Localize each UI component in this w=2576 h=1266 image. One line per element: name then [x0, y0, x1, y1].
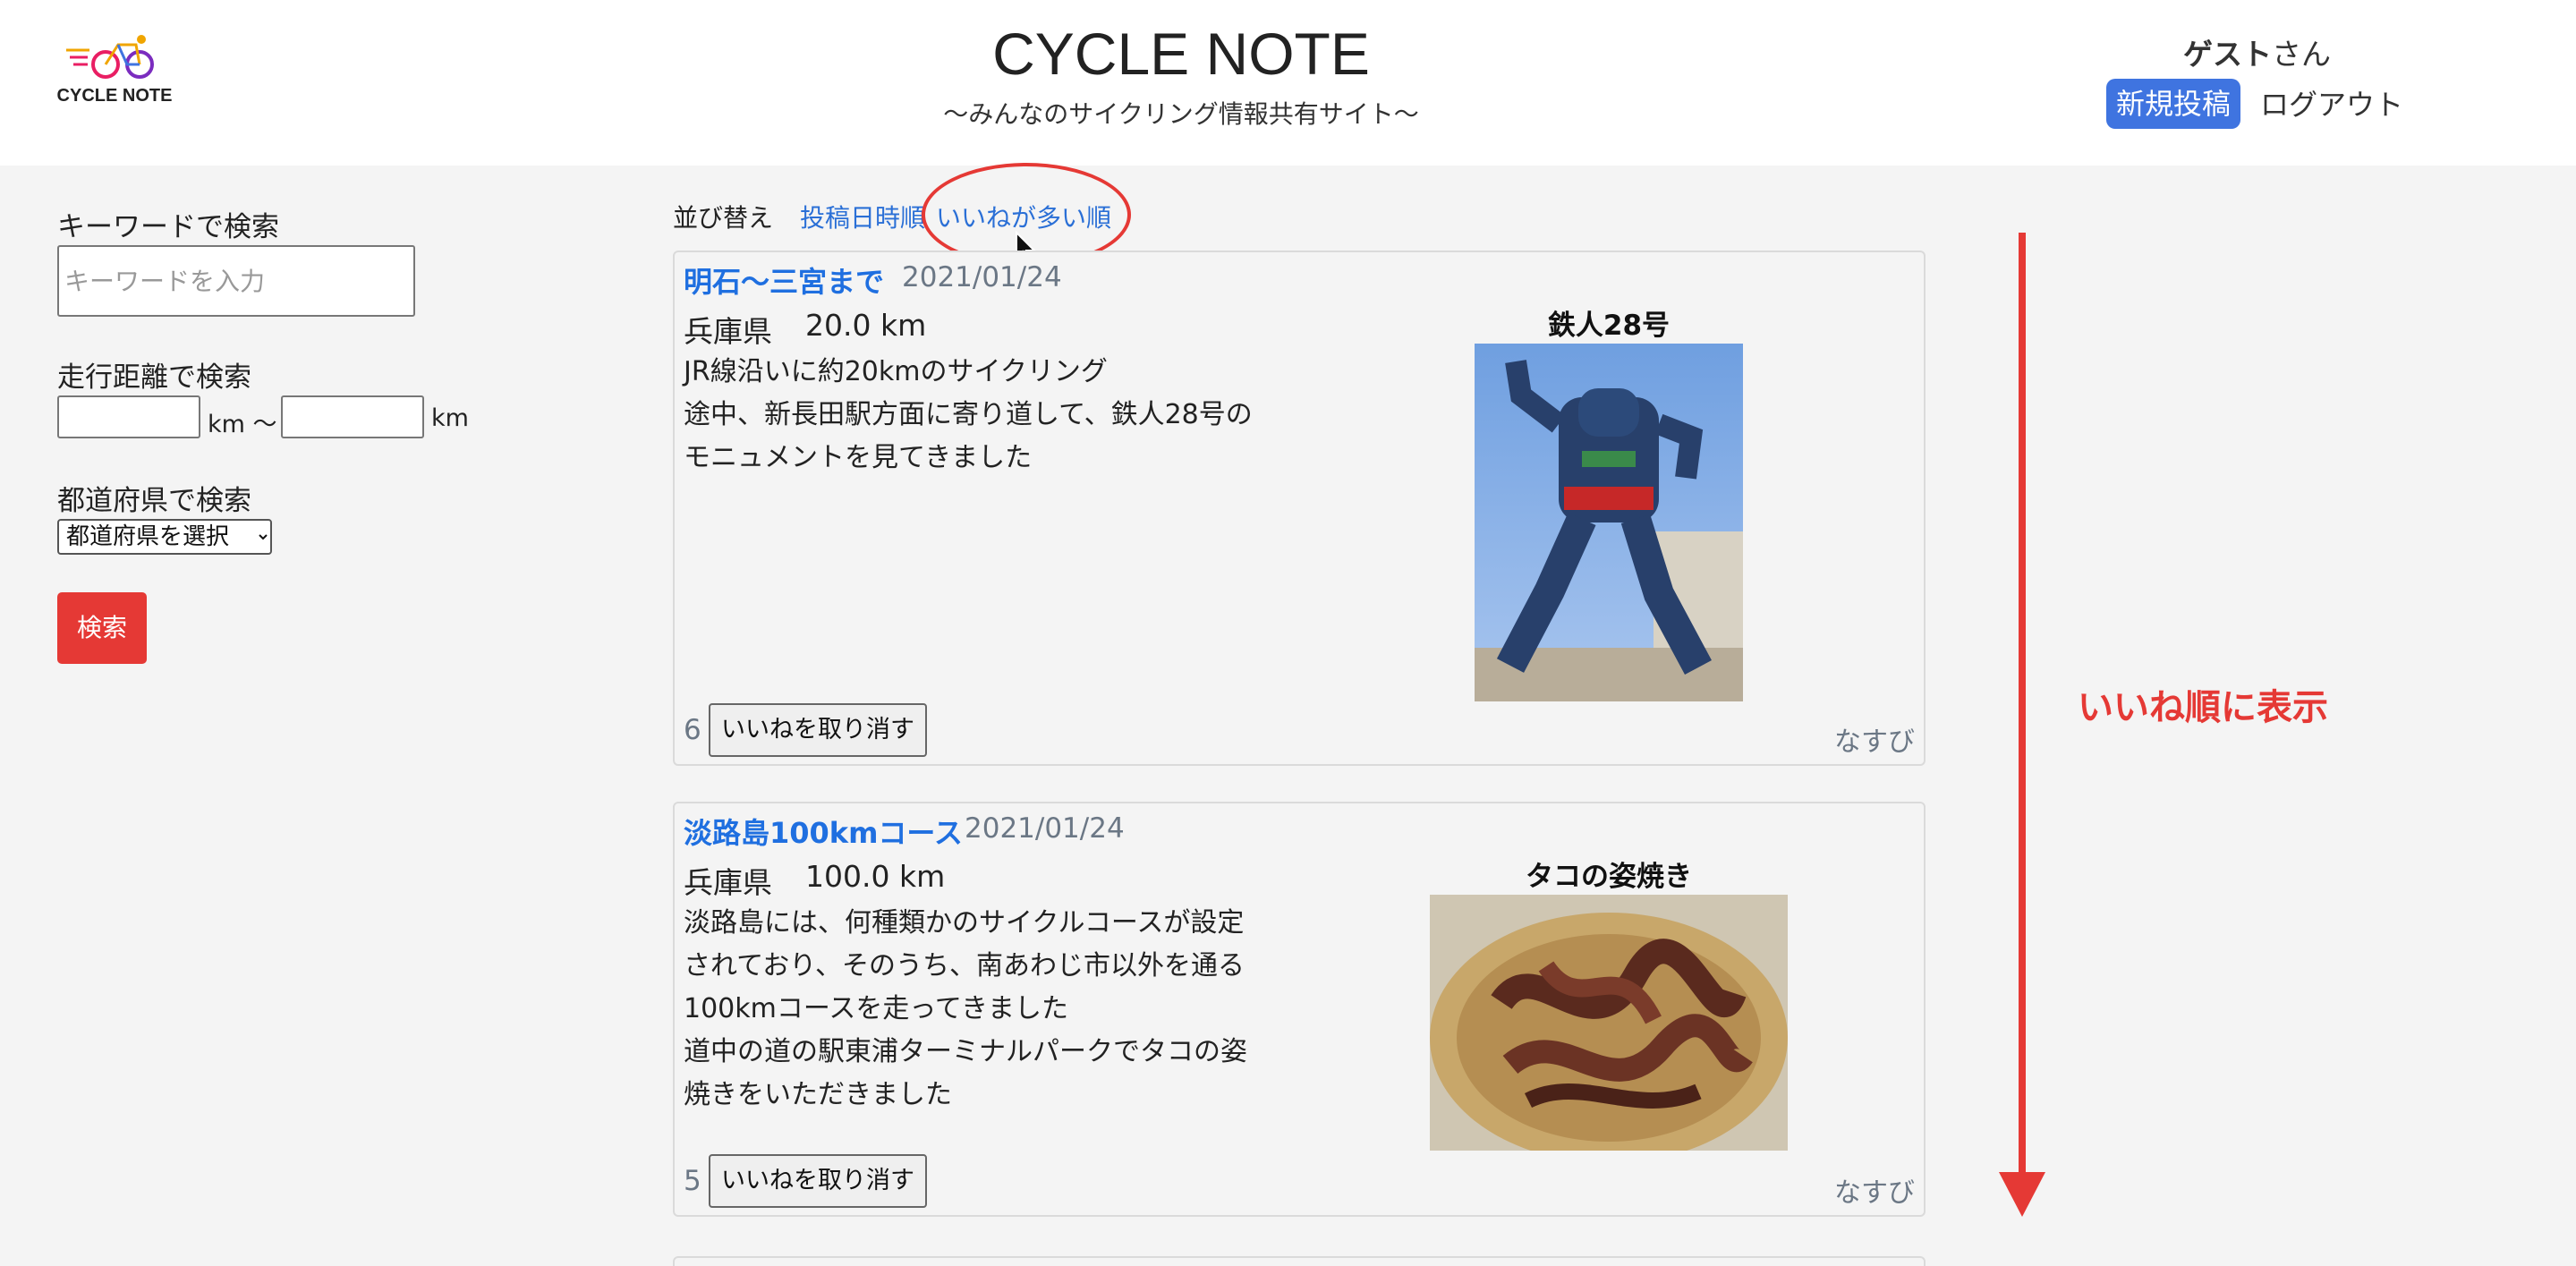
search-button[interactable]: 検索 — [57, 592, 147, 664]
user-suffix: さん — [2272, 37, 2331, 72]
post-prefecture: 兵庫県 — [684, 314, 772, 349]
post-body-line: されており、そのうち、南あわじ市以外を通る — [684, 950, 1245, 981]
site-header: CYCLE NOTE CYCLE NOTE 〜みんなのサイクリング情報共有サイト… — [0, 0, 2576, 166]
site-subtitle: 〜みんなのサイクリング情報共有サイト〜 — [943, 99, 1419, 129]
post-body-line: 焼きをいただきました — [684, 1079, 952, 1110]
distance-search-label: 走行距離で検索 — [57, 361, 251, 394]
post-image-title: タコの姿焼き — [1526, 861, 1692, 893]
km-separator: km 〜 — [208, 411, 277, 438]
octopus-photo — [1430, 895, 1788, 1151]
unlike-button[interactable]: いいねを取り消す — [709, 703, 927, 757]
post-card: 明石〜三宮まで 2021/01/24 兵庫県 20.0 km JR線沿いに約20… — [673, 251, 1926, 766]
post-distance: 20.0 km — [805, 308, 927, 343]
post-image-title: 鉄人28号 — [1547, 310, 1671, 342]
post-body-line: 道中の道の駅東浦ターミナルパークでタコの姿 — [684, 1036, 1247, 1067]
distance-min-input[interactable] — [57, 395, 200, 438]
annotation-arrow-line — [2019, 233, 2026, 1181]
prefecture-select[interactable]: 都道府県を選択 — [57, 519, 272, 555]
user-name: ゲスト — [2183, 37, 2272, 72]
post-author[interactable]: なすび — [1834, 719, 1915, 759]
post-body: JR線沿いに約20kmのサイクリング 途中、新長田駅方面に寄り道して、鉄人28号… — [684, 351, 1328, 480]
post-body-line: 途中、新長田駅方面に寄り道して、鉄人28号の — [684, 399, 1253, 430]
like-count: 5 — [684, 1165, 701, 1197]
post-distance: 100.0 km — [805, 859, 946, 894]
keyword-input[interactable] — [57, 245, 415, 317]
post-title-link[interactable]: 明石〜三宮まで — [684, 259, 884, 301]
post-author[interactable]: なすび — [1834, 1170, 1915, 1210]
post-body: 淡路島には、何種類かのサイクルコースが設定 されており、そのうち、南あわじ市以外… — [684, 902, 1328, 1117]
post-date: 2021/01/24 — [902, 261, 1062, 293]
annotation-text: いいね順に表示 — [2078, 687, 2328, 728]
keyword-search-label: キーワードで検索 — [57, 211, 279, 243]
unlike-button[interactable]: いいねを取り消す — [709, 1154, 927, 1208]
post-card: 淡路島100kmコース 2021/01/24 兵庫県 100.0 km 淡路島に… — [673, 802, 1926, 1217]
site-title: CYCLE NOTE — [992, 21, 1370, 87]
post-date: 2021/01/24 — [965, 812, 1125, 845]
user-greeting: ゲストさん — [2183, 30, 2331, 73]
sort-by-date-link[interactable]: 投稿日時順 — [800, 199, 925, 234]
new-post-button[interactable]: 新規投稿 — [2106, 79, 2240, 129]
logout-link[interactable]: ログアウト — [2260, 82, 2403, 123]
sort-label: 並び替え — [673, 203, 774, 233]
annotation-arrow-head-icon — [1999, 1172, 2045, 1217]
like-count: 6 — [684, 714, 701, 746]
prefecture-search-label: 都道府県で検索 — [57, 485, 251, 517]
distance-max-input[interactable] — [281, 395, 424, 438]
statue-photo — [1475, 344, 1743, 701]
post-title-link[interactable]: 淡路島100kmコース — [684, 811, 963, 852]
post-body-line: 100kmコースを走ってきました — [684, 993, 1068, 1024]
post-body-line: 淡路島には、何種類かのサイクルコースが設定 — [684, 907, 1245, 939]
post-body-line: モニュメントを見てきました — [684, 442, 1033, 473]
post-prefecture: 兵庫県 — [684, 865, 772, 900]
post-body-line: JR線沿いに約20kmのサイクリング — [684, 356, 1108, 387]
km-unit-label: km — [431, 404, 469, 432]
post-card — [673, 1256, 1926, 1266]
